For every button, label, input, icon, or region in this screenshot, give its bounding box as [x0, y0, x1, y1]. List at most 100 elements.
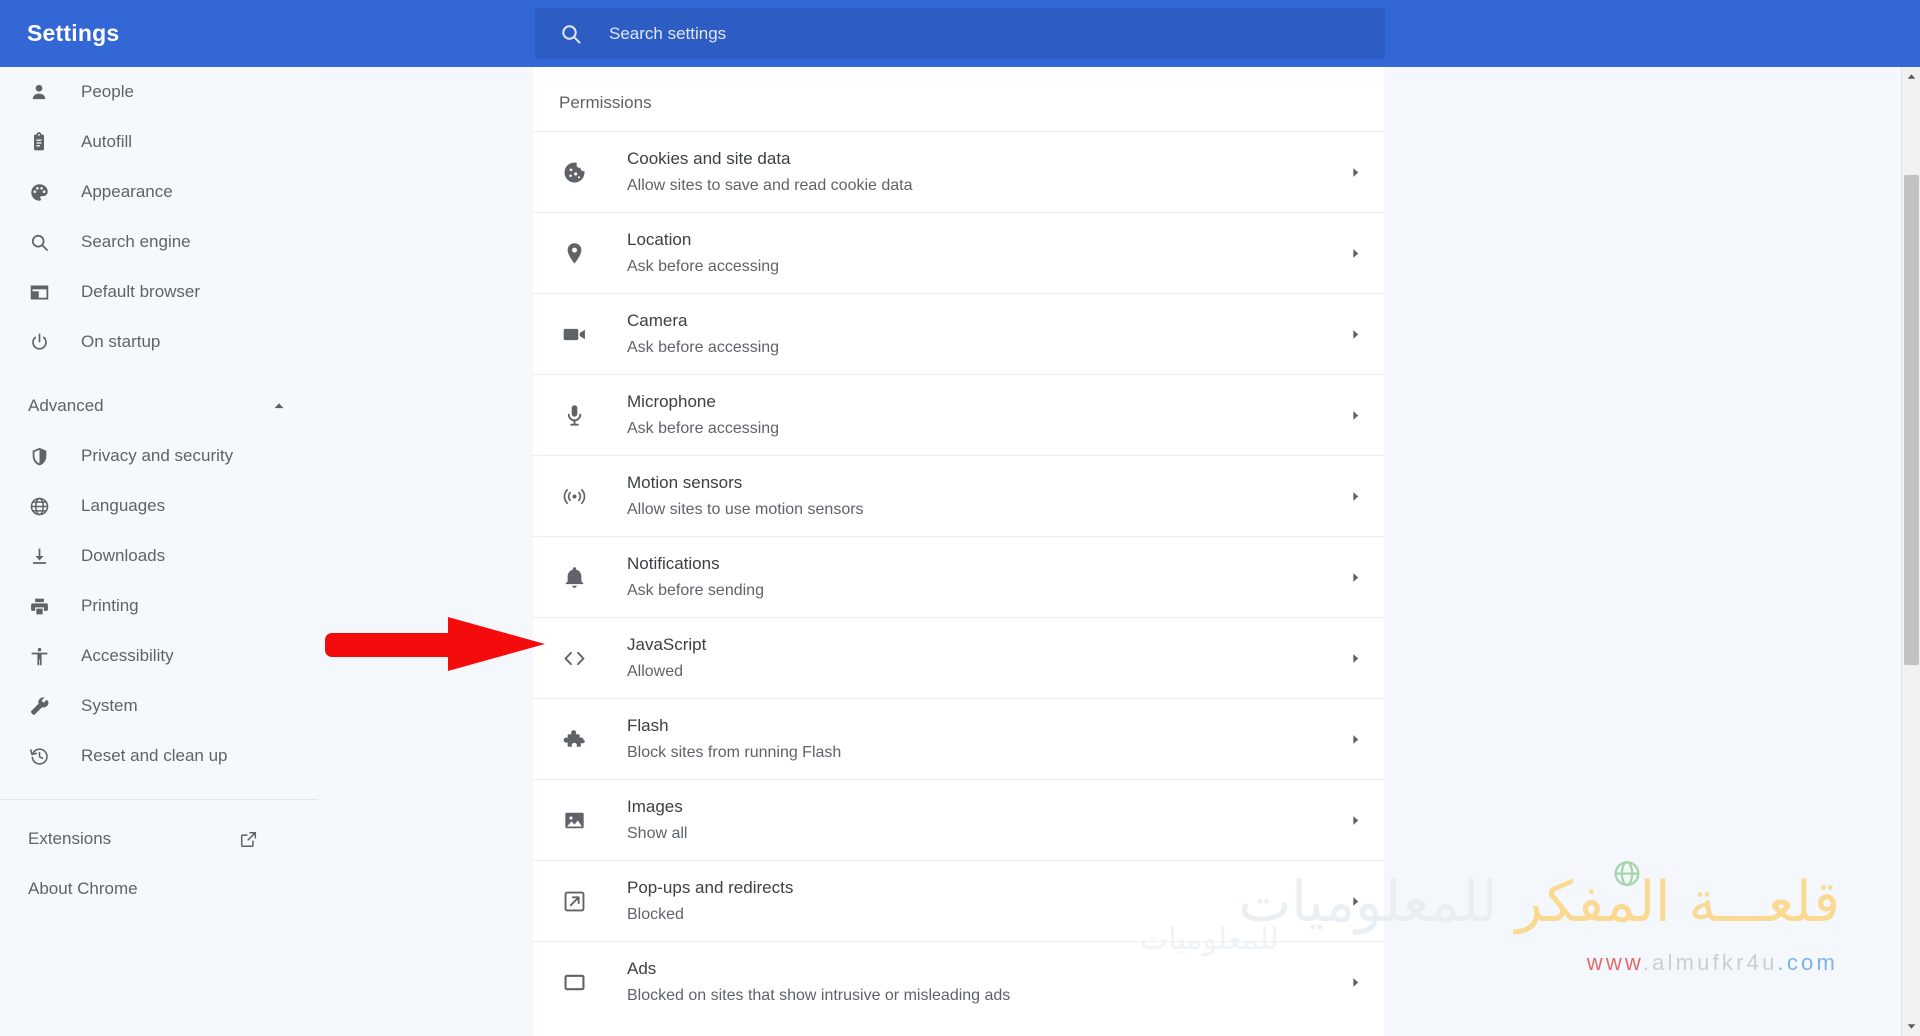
- search-placeholder: Search settings: [609, 23, 727, 43]
- sidebar-item-label: Autofill: [81, 132, 133, 151]
- settings-page: Settings Search settings People Autofill…: [0, 0, 1920, 1036]
- permission-subtitle: Ask before accessing: [627, 419, 780, 437]
- permission-subtitle: Ask before accessing: [627, 257, 780, 275]
- sidebar-item-people[interactable]: People: [0, 67, 318, 117]
- permission-subtitle: Block sites from running Flash: [627, 743, 842, 761]
- permission-text: Cookies and site data Allow sites to sav…: [627, 147, 913, 197]
- scroll-up-arrow-icon[interactable]: [1902, 67, 1920, 86]
- sidebar-item-about-chrome[interactable]: About Chrome: [0, 864, 318, 914]
- chevron-right-icon: [1349, 814, 1362, 827]
- scroll-down-arrow-icon[interactable]: [1902, 1017, 1920, 1036]
- chevron-right-icon: [1349, 976, 1362, 989]
- permission-text: Microphone Ask before accessing: [627, 390, 779, 440]
- search-input[interactable]: Search settings: [535, 8, 1385, 59]
- permission-row-flash[interactable]: Flash Block sites from running Flash: [533, 698, 1384, 779]
- permission-text: Notifications Ask before sending: [627, 552, 764, 602]
- permission-subtitle: Blocked on sites that show intrusive or …: [627, 986, 1011, 1004]
- search-icon: [28, 231, 50, 253]
- sidebar-item-label: Extensions: [28, 829, 112, 848]
- page-title: Settings: [27, 20, 120, 46]
- sidebar-item-label: People: [81, 82, 134, 101]
- permission-row-pop-ups-and-redirects[interactable]: Pop-ups and redirects Blocked: [533, 860, 1384, 941]
- sidebar-advanced-toggle[interactable]: Advanced: [0, 381, 318, 431]
- permission-row-location[interactable]: Location Ask before accessing: [533, 212, 1384, 293]
- sidebar-item-label: Privacy and security: [81, 446, 234, 465]
- permission-row-ads[interactable]: Ads Blocked on sites that show intrusive…: [533, 941, 1384, 1022]
- sidebar-item-label: About Chrome: [28, 879, 138, 898]
- motion-sensor-icon: [561, 483, 587, 509]
- sidebar-item-privacy-and-security[interactable]: Privacy and security: [0, 431, 318, 481]
- right-empty-pane: [1384, 67, 1920, 1036]
- chevron-right-icon: [1349, 571, 1362, 584]
- sidebar-item-label: Reset and clean up: [81, 746, 228, 765]
- permission-title: Motion sensors: [627, 473, 743, 493]
- sidebar-item-printing[interactable]: Printing: [0, 581, 318, 631]
- permission-text: JavaScript Allowed: [627, 633, 706, 683]
- sidebar-item-label: Appearance: [81, 182, 173, 201]
- sidebar-item-autofill[interactable]: Autofill: [0, 117, 318, 167]
- sidebar-item-extensions[interactable]: Extensions: [0, 814, 318, 864]
- image-icon: [561, 807, 587, 833]
- search-icon: [559, 22, 583, 46]
- sidebar-item-reset-and-clean-up[interactable]: Reset and clean up: [0, 731, 318, 781]
- permission-row-notifications[interactable]: Notifications Ask before sending: [533, 536, 1384, 617]
- permission-subtitle: Show all: [627, 824, 688, 842]
- vertical-scrollbar[interactable]: [1901, 67, 1920, 1036]
- permission-text: Motion sensors Allow sites to use motion…: [627, 471, 864, 521]
- permission-row-camera[interactable]: Camera Ask before accessing: [533, 293, 1384, 374]
- permission-text: Images Show all: [627, 795, 687, 845]
- permission-subtitle: Blocked: [627, 905, 684, 923]
- sidebar-item-label: System: [81, 696, 138, 715]
- permission-text: Flash Block sites from running Flash: [627, 714, 841, 764]
- permission-subtitle: Allow sites to use motion sensors: [627, 500, 864, 518]
- accessibility-icon: [28, 645, 50, 667]
- sidebar-item-accessibility[interactable]: Accessibility: [0, 631, 318, 681]
- permission-subtitle: Allow sites to save and read cookie data: [627, 176, 913, 194]
- browser-window-icon: [28, 281, 50, 303]
- permission-title: Flash: [627, 716, 669, 736]
- shield-icon: [28, 445, 50, 467]
- external-link-icon: [561, 888, 587, 914]
- permission-title: Microphone: [627, 392, 716, 412]
- power-icon: [28, 331, 50, 353]
- sidebar-item-system[interactable]: System: [0, 681, 318, 731]
- permission-row-images[interactable]: Images Show all: [533, 779, 1384, 860]
- permission-title: Ads: [627, 959, 657, 979]
- permission-row-motion-sensors[interactable]: Motion sensors Allow sites to use motion…: [533, 455, 1384, 536]
- sidebar-item-default-browser[interactable]: Default browser: [0, 267, 318, 317]
- sidebar-item-search-engine[interactable]: Search engine: [0, 217, 318, 267]
- sidebar-item-downloads[interactable]: Downloads: [0, 531, 318, 581]
- chevron-right-icon: [1349, 490, 1362, 503]
- permission-row-javascript[interactable]: JavaScript Allowed: [533, 617, 1384, 698]
- globe-icon: [28, 495, 50, 517]
- permission-title: JavaScript: [627, 635, 707, 655]
- sidebar-item-appearance[interactable]: Appearance: [0, 167, 318, 217]
- sidebar-item-languages[interactable]: Languages: [0, 481, 318, 531]
- sidebar-item-label: Languages: [81, 496, 166, 515]
- annotation-arrow: [325, 617, 545, 671]
- chevron-right-icon: [1349, 409, 1362, 422]
- permission-text: Location Ask before accessing: [627, 228, 779, 278]
- bell-icon: [561, 564, 587, 590]
- scrollbar-thumb[interactable]: [1904, 175, 1919, 665]
- chevron-right-icon: [1349, 652, 1362, 665]
- chevron-right-icon: [1349, 328, 1362, 341]
- sidebar-divider: [0, 799, 318, 800]
- sidebar-item-label: Default browser: [81, 282, 201, 301]
- external-link-icon: [239, 830, 258, 849]
- sidebar-item-on-startup[interactable]: On startup: [0, 317, 318, 367]
- permission-row-microphone[interactable]: Microphone Ask before accessing: [533, 374, 1384, 455]
- chevron-right-icon: [1349, 166, 1362, 179]
- sidebar-item-label: Search engine: [81, 232, 191, 251]
- sidebar-item-label: Accessibility: [81, 646, 174, 665]
- chevron-right-icon: [1349, 247, 1362, 260]
- permission-title: Cookies and site data: [627, 149, 791, 169]
- permissions-panel: Permissions Cookies and site data Allow …: [533, 67, 1384, 1036]
- permission-title: Pop-ups and redirects: [627, 878, 794, 898]
- chevron-right-icon: [1349, 733, 1362, 746]
- code-brackets-icon: [561, 645, 587, 671]
- sidebar: People Autofill Appearance Search engine…: [0, 67, 318, 1036]
- download-icon: [28, 545, 50, 567]
- location-pin-icon: [561, 240, 587, 266]
- permission-row-cookies-and-site-data[interactable]: Cookies and site data Allow sites to sav…: [533, 131, 1384, 212]
